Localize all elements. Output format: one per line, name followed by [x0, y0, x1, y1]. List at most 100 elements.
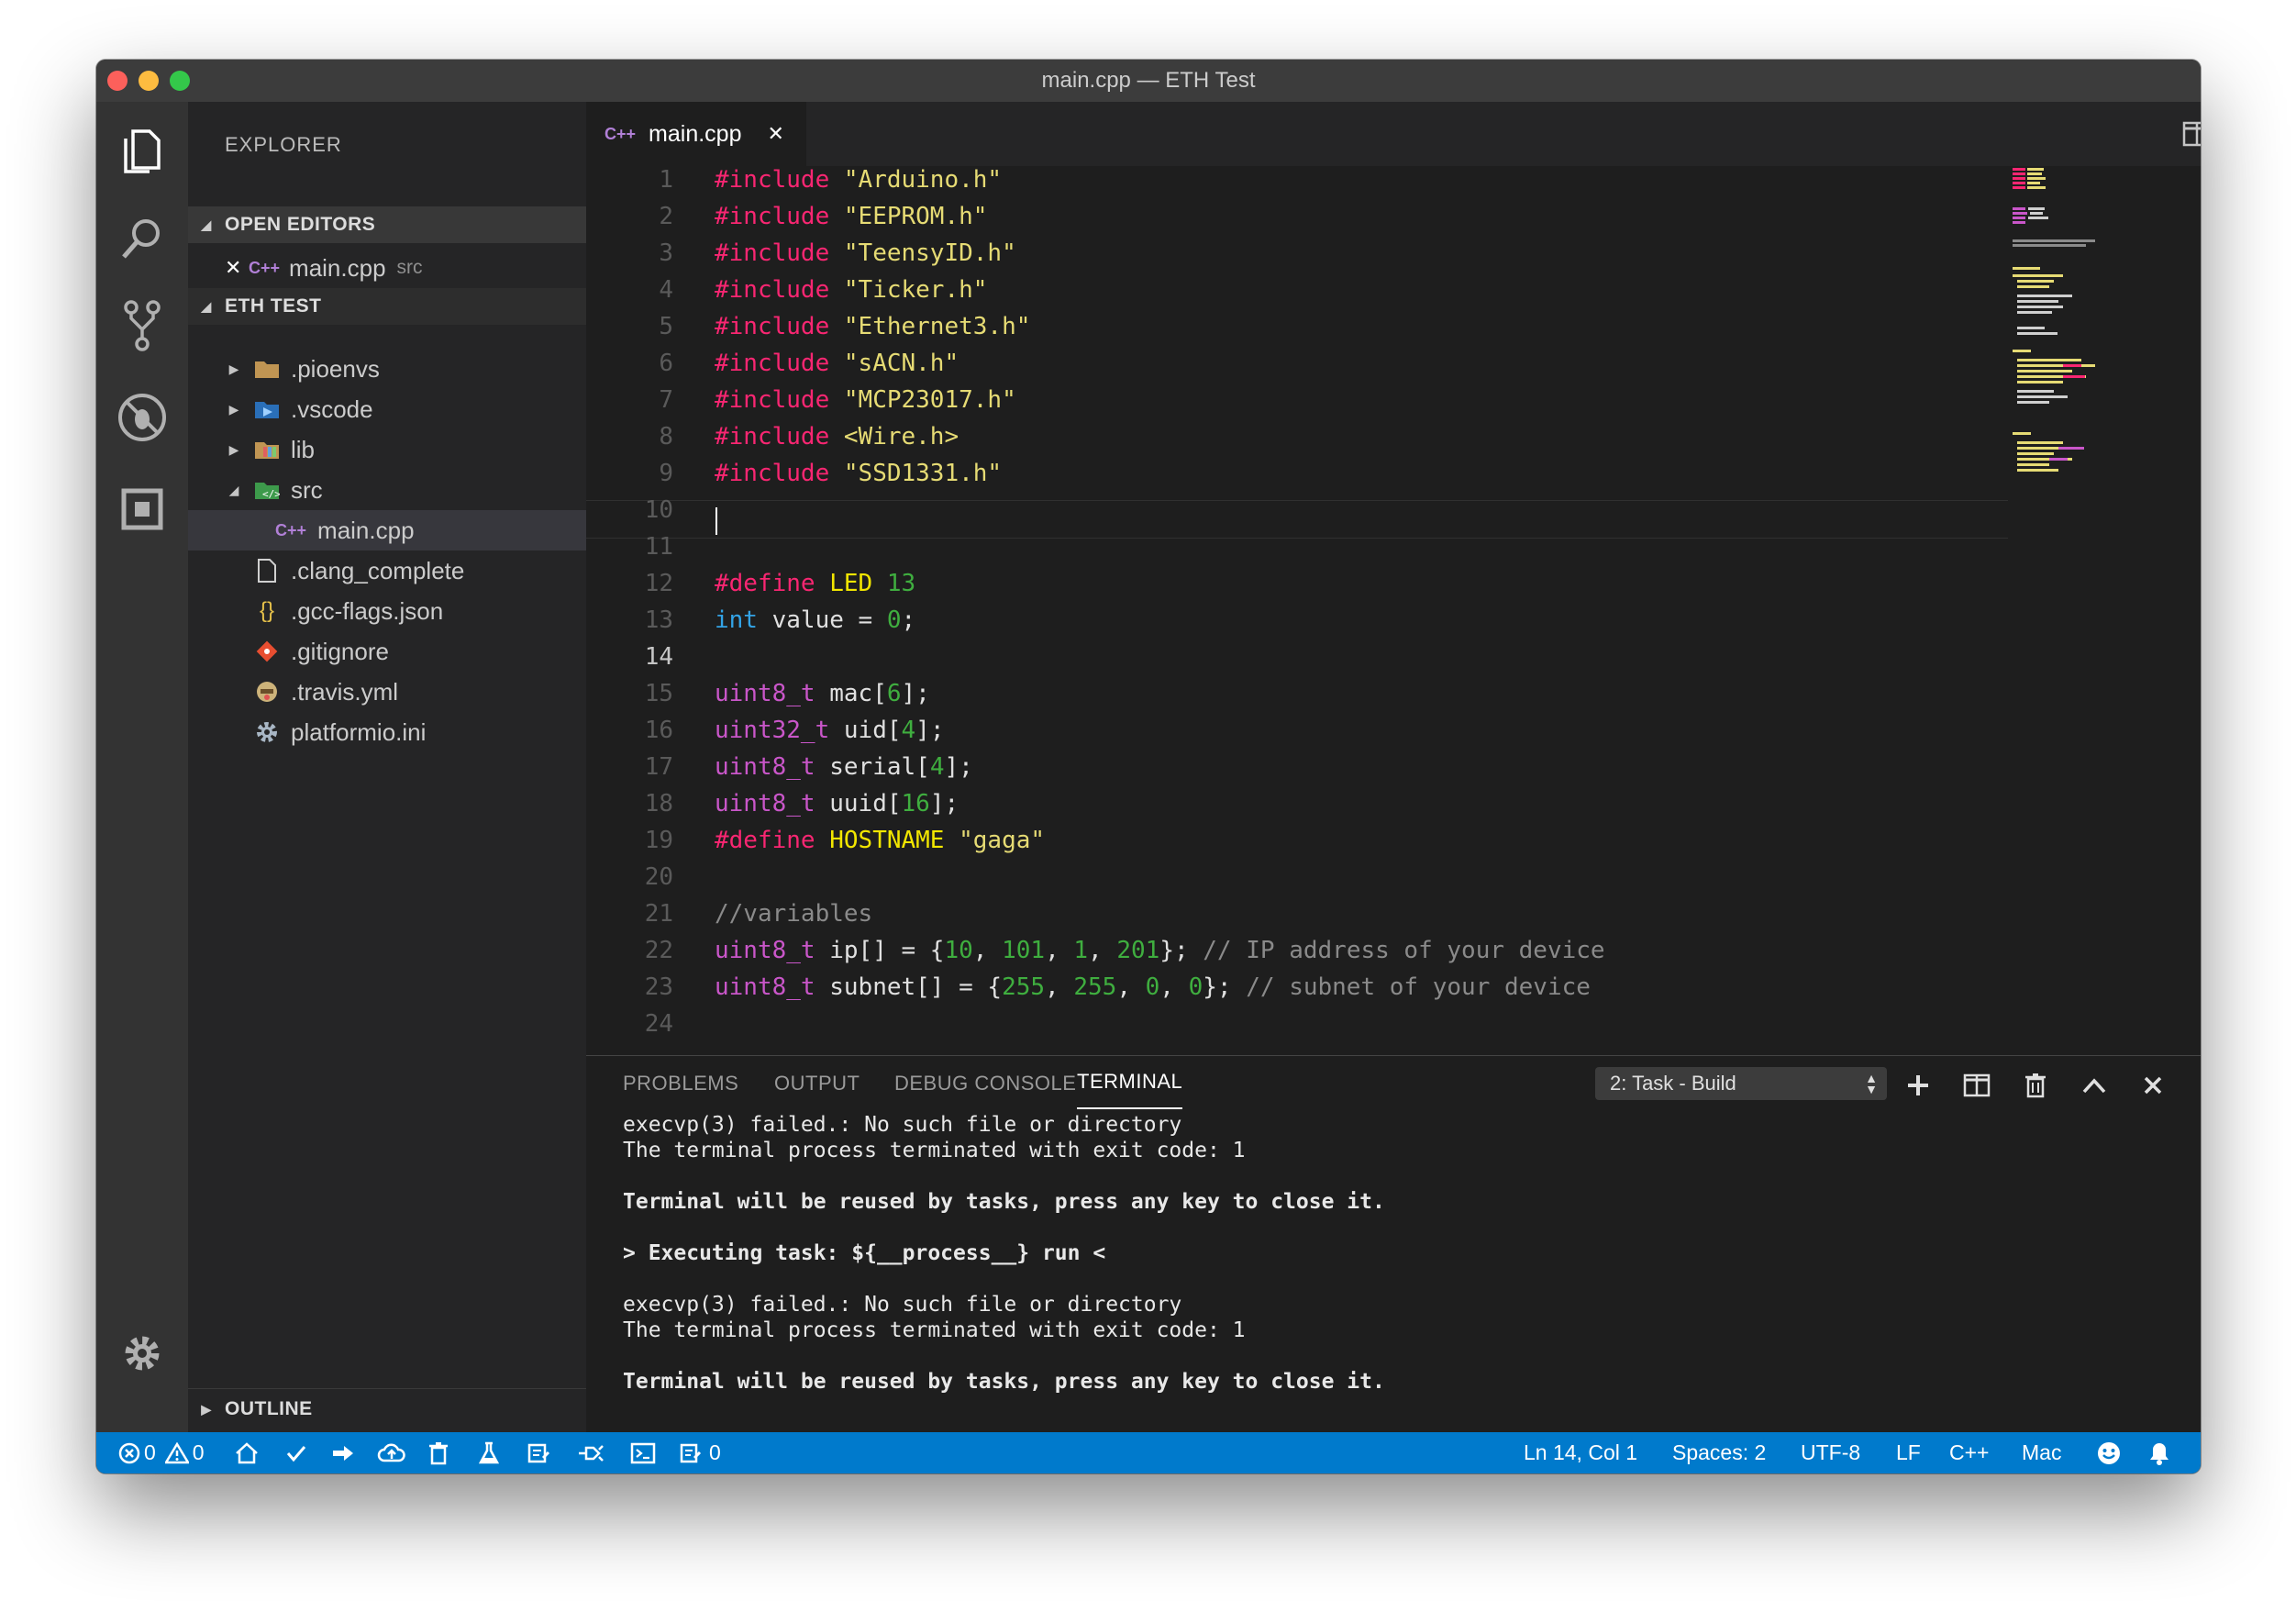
vscode-folder-icon [252, 396, 282, 422]
feedback-smiley-icon[interactable] [2096, 1432, 2122, 1473]
home-icon[interactable] [234, 1432, 260, 1473]
cursor-position[interactable]: Ln 14, Col 1 [1524, 1432, 1637, 1473]
open-editors-header[interactable]: ◢ OPEN EDITORS [188, 206, 586, 243]
close-panel-icon[interactable] [2135, 1067, 2171, 1104]
tab-problems[interactable]: PROBLEMS [623, 1056, 738, 1111]
code-line: #define LED 13 [715, 570, 916, 597]
tree-item-label: lib [291, 435, 316, 463]
line-number: 7 [659, 386, 673, 414]
terminal-select[interactable]: 2: Task - Build ▲ ▼ [1595, 1067, 1887, 1100]
tree-item-vscode[interactable]: ▶ .vscode [188, 389, 623, 429]
tree-item-label: .gcc-flags.json [291, 596, 444, 625]
line-number: 22 [644, 937, 673, 964]
warning-icon [164, 1441, 189, 1463]
minimap[interactable] [2008, 166, 2155, 1084]
clean-trash-icon[interactable] [428, 1432, 449, 1473]
project-header[interactable]: ◢ ETH TEST [188, 288, 586, 325]
extensions-icon[interactable] [111, 478, 173, 540]
source-control-icon[interactable] [111, 295, 173, 357]
platform[interactable]: Mac [2022, 1432, 2061, 1473]
tasks-status[interactable]: 0 [680, 1432, 721, 1473]
maximize-panel-icon[interactable] [2076, 1067, 2113, 1104]
sidebar-title: EXPLORER [225, 133, 342, 156]
tree-item-travis[interactable]: .travis.yml [188, 672, 650, 712]
code-line: #include "TeensyID.h" [715, 239, 1016, 267]
code-line: #include "Arduino.h" [715, 166, 1003, 194]
end-of-line[interactable]: LF [1896, 1432, 1921, 1473]
outline-header[interactable]: ▶ OUTLINE [188, 1388, 586, 1429]
tree-item-platformio[interactable]: platformio.ini [188, 712, 650, 752]
editor-tab-bar: C++ main.cpp ✕ ··· [586, 102, 2201, 166]
tree-item-src[interactable]: ◢ </> src [188, 470, 623, 510]
line-number: 10 [644, 496, 673, 524]
text-cursor [715, 507, 717, 535]
file-icon [252, 558, 282, 584]
explorer-icon[interactable] [111, 120, 173, 183]
line-number: 11 [644, 533, 673, 561]
line-number: 5 [659, 313, 673, 340]
status-bar: 0 0 0 Ln 14, Col 1 Spaces: 2 UTF-8 LF C+… [96, 1432, 2201, 1473]
tree-item-label: .vscode [291, 395, 373, 423]
tab-terminal[interactable]: TERMINAL [1077, 1056, 1183, 1109]
close-tab-icon[interactable]: ✕ [767, 122, 783, 146]
chevron-down-icon: ◢ [201, 217, 212, 232]
tree-item-clang-complete[interactable]: .clang_complete [188, 550, 650, 591]
tab-main-cpp[interactable]: C++ main.cpp ✕ [586, 102, 806, 166]
split-terminal-icon[interactable] [1958, 1067, 1995, 1104]
encoding[interactable]: UTF-8 [1801, 1432, 1860, 1473]
activity-bar [96, 102, 188, 1432]
gear-icon [252, 719, 282, 745]
terminal-line: execvp(3) failed.: No such file or direc… [623, 1293, 1182, 1317]
upload-arrow-icon[interactable] [331, 1432, 355, 1473]
close-window-button[interactable] [107, 71, 128, 91]
code-editor[interactable]: 1 2 3 4 5 6 7 8 9 10 11 12 13 14 15 16 1… [586, 166, 2201, 1084]
split-editor-icon[interactable] [2182, 120, 2201, 152]
tree-item-lib[interactable]: ▶ lib [188, 429, 623, 470]
src-folder-icon: </> [252, 477, 282, 503]
tree-item-gitignore[interactable]: .gitignore [188, 631, 650, 672]
language-mode[interactable]: C++ [1949, 1432, 1989, 1473]
terminal-line: > Executing task: ${__process__} run < [623, 1241, 1106, 1265]
line-number: 23 [644, 973, 673, 1001]
line-number: 12 [644, 570, 673, 597]
terminal-icon[interactable] [630, 1432, 656, 1473]
serial-monitor-icon[interactable] [527, 1432, 551, 1473]
warning-count: 0 [192, 1440, 205, 1464]
lib-folder-icon [252, 437, 282, 462]
open-editor-name: main.cpp [289, 253, 386, 282]
zoom-window-button[interactable] [170, 71, 190, 91]
search-icon[interactable] [111, 207, 173, 270]
minimize-window-button[interactable] [139, 71, 159, 91]
code-line: uint8_t mac[6]; [715, 680, 930, 707]
chevron-right-icon: ▶ [201, 1401, 212, 1417]
tab-output[interactable]: OUTPUT [774, 1056, 860, 1111]
new-terminal-icon[interactable] [1900, 1067, 1936, 1104]
settings-gear-icon[interactable] [111, 1322, 173, 1384]
terminal-select-value: 2: Task - Build [1610, 1072, 1736, 1095]
code-line: #include <Wire.h> [715, 423, 959, 450]
line-number: 16 [644, 717, 673, 744]
open-editor-item[interactable]: ✕ C++ main.cpp src [188, 248, 623, 288]
test-flask-icon[interactable] [478, 1432, 500, 1473]
vscode-window: main.cpp — ETH Test EXPLORER ◢ OPEN EDIT… [96, 60, 2201, 1473]
outline-label: OUTLINE [225, 1398, 313, 1419]
tree-item-gcc-flags[interactable]: {} .gcc-flags.json [188, 591, 650, 631]
error-count: 0 [144, 1440, 156, 1464]
close-icon[interactable]: ✕ [225, 256, 249, 280]
notification-bell-icon[interactable] [2147, 1432, 2171, 1473]
cloud-upload-icon[interactable] [377, 1432, 406, 1473]
line-number: 17 [644, 753, 673, 781]
code-line: #include "EEPROM.h" [715, 203, 988, 230]
tree-item-label: .pioenvs [291, 354, 380, 383]
debug-icon[interactable] [111, 386, 173, 449]
tree-item-label: src [291, 475, 323, 504]
tree-item-pioenvs[interactable]: ▶ .pioenvs [188, 349, 623, 389]
plug-icon[interactable] [577, 1432, 605, 1473]
build-check-icon[interactable] [285, 1432, 307, 1473]
indentation[interactable]: Spaces: 2 [1672, 1432, 1766, 1473]
trash-icon[interactable] [2017, 1067, 2054, 1104]
line-number: 8 [659, 423, 673, 450]
code-line: uint8_t uuid[16]; [715, 790, 959, 817]
tab-debug-console[interactable]: DEBUG CONSOLE [894, 1056, 1076, 1111]
problems-status[interactable]: 0 0 [118, 1432, 205, 1473]
